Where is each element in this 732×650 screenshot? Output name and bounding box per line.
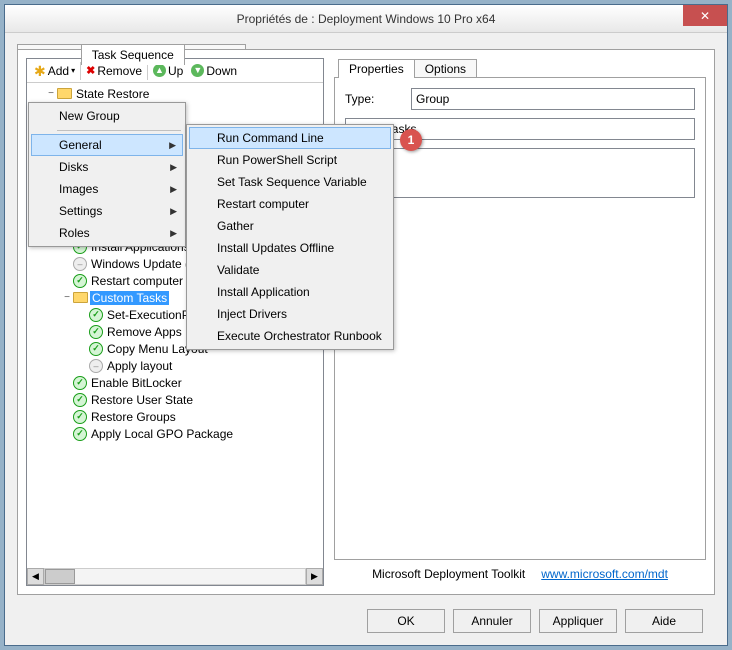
submenu-arrow-icon: ▶ [170,206,177,217]
menu-general[interactable]: General▶ [31,134,183,156]
tree-item[interactable]: ✓Restore User State [29,391,321,408]
add-button[interactable]: ✱ Add ▾ [31,61,78,81]
cancel-button[interactable]: Annuler [453,609,531,633]
up-icon: ▲ [153,64,166,77]
check-icon: ✓ [73,427,87,441]
dropdown-arrow-icon: ▾ [71,66,75,75]
add-menu: New Group General▶ Disks▶ Images▶ Settin… [28,102,186,247]
menu-install-updates[interactable]: Install Updates Offline [189,237,391,259]
add-icon: ✱ [34,64,46,78]
disabled-icon: – [73,257,87,271]
check-icon: ✓ [73,410,87,424]
close-button[interactable]: ✕ [683,5,727,26]
tree-item-label: Restore Groups [89,410,178,424]
menu-settings[interactable]: Settings▶ [31,200,183,222]
tree-item-label: Remove Apps [105,325,184,339]
tree-item-label: Restart computer [89,274,185,288]
ok-button[interactable]: OK [367,609,445,633]
check-icon: ✓ [73,376,87,390]
type-label: Type: [345,92,411,106]
menu-inject-drivers[interactable]: Inject Drivers [189,303,391,325]
tab-properties[interactable]: Properties [338,59,415,78]
submenu-arrow-icon: ▶ [170,228,177,239]
expander-icon[interactable]: − [45,88,57,99]
folder-icon [57,88,72,99]
footer: Microsoft Deployment Toolkit www.microso… [334,562,706,586]
tab-task-sequence[interactable]: Task Sequence [81,44,185,65]
check-icon: ✓ [89,325,103,339]
check-icon: ✓ [73,393,87,407]
tree-item-label: Custom Tasks [90,291,169,305]
description-field[interactable] [345,148,695,198]
tree-item[interactable]: ✓Restore Groups [29,408,321,425]
menu-restart[interactable]: Restart computer [189,193,391,215]
submenu-arrow-icon: ▶ [170,162,177,173]
check-icon: ✓ [73,274,87,288]
mdt-link[interactable]: www.microsoft.com/mdt [541,567,668,581]
down-button[interactable]: ▼ Down [188,61,240,81]
tree-item-label: State Restore [74,87,151,101]
tree-item-label: Apply layout [105,359,174,373]
window-title: Propriétés de : Deployment Windows 10 Pr… [237,12,496,26]
tree-item-label: Apply Local GPO Package [89,427,235,441]
tree-item[interactable]: ✓Apply Local GPO Package [29,425,321,442]
menu-exec-orchestrator[interactable]: Execute Orchestrator Runbook [189,325,391,347]
menu-images[interactable]: Images▶ [31,178,183,200]
dialog-buttons: OK Annuler Appliquer Aide [367,609,703,633]
titlebar: Propriétés de : Deployment Windows 10 Pr… [5,5,727,33]
tree-item[interactable]: − State Restore [29,85,321,102]
remove-icon: ✖ [86,64,95,77]
menu-run-command-line[interactable]: Run Command Line [189,127,391,149]
help-button[interactable]: Aide [625,609,703,633]
scroll-right-icon[interactable]: ▶ [306,568,323,585]
mdt-label: Microsoft Deployment Toolkit [372,567,525,581]
submenu-arrow-icon: ▶ [169,140,176,151]
check-icon: ✓ [89,342,103,356]
menu-roles[interactable]: Roles▶ [31,222,183,244]
menu-new-group[interactable]: New Group [31,105,183,127]
general-submenu: Run Command Line Run PowerShell Script S… [186,124,394,350]
annotation-1: 1 [400,129,422,151]
scroll-left-icon[interactable]: ◀ [27,568,44,585]
check-icon: ✓ [89,308,103,322]
folder-icon [73,292,88,303]
close-icon: ✕ [700,10,710,22]
type-field [411,88,695,110]
submenu-arrow-icon: ▶ [170,184,177,195]
down-icon: ▼ [191,64,204,77]
tree-item-label: Restore User State [89,393,195,407]
tab-options[interactable]: Options [414,59,477,78]
tree-item[interactable]: ✓Enable BitLocker [29,374,321,391]
tree-item[interactable]: –Apply layout [29,357,321,374]
expander-icon[interactable]: − [61,292,73,303]
menu-gather[interactable]: Gather [189,215,391,237]
menu-install-app[interactable]: Install Application [189,281,391,303]
horizontal-scrollbar[interactable]: ◀ ▶ [27,568,323,585]
disabled-icon: – [89,359,103,373]
menu-run-powershell[interactable]: Run PowerShell Script [189,149,391,171]
menu-disks[interactable]: Disks▶ [31,156,183,178]
menu-validate[interactable]: Validate [189,259,391,281]
menu-set-variable[interactable]: Set Task Sequence Variable [189,171,391,193]
tree-item-label: Enable BitLocker [89,376,184,390]
name-field[interactable] [345,118,695,140]
apply-button[interactable]: Appliquer [539,609,617,633]
